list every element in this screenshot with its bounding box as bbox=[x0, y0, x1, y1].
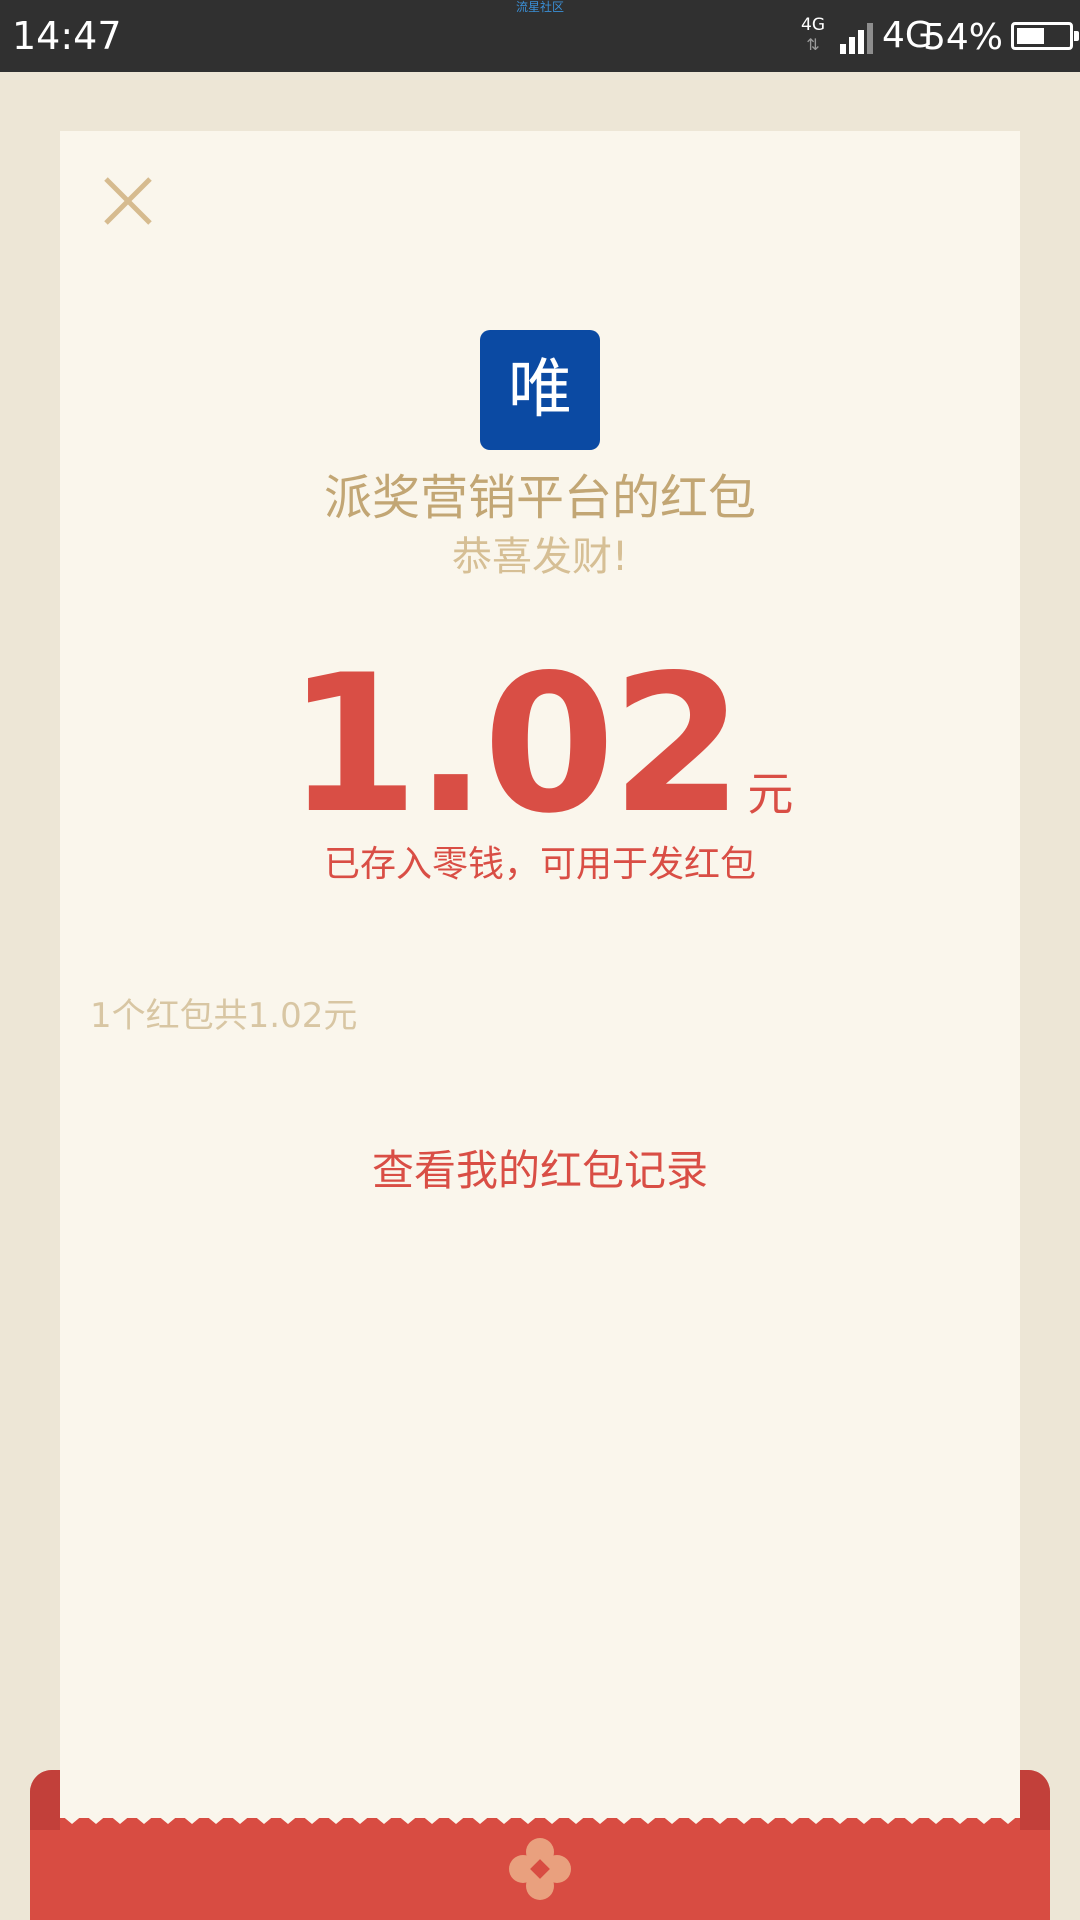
status-bar: 流星社区 14:47 4G ⇅ 4G 54% bbox=[0, 0, 1080, 72]
network-type-small: 4G bbox=[801, 15, 825, 35]
signal-icon bbox=[840, 18, 880, 54]
view-records-link[interactable]: 查看我的红包记录 bbox=[60, 1140, 1020, 1202]
close-icon[interactable] bbox=[102, 175, 154, 227]
envelope-shade-right bbox=[1020, 1770, 1050, 1830]
sender-avatar: 唯 bbox=[480, 330, 600, 450]
status-notice: 流星社区 bbox=[515, 0, 564, 14]
battery-tip bbox=[1074, 31, 1079, 41]
envelope-shade-left bbox=[30, 1770, 60, 1830]
battery-level-fill bbox=[1017, 28, 1044, 44]
amount-unit: 元 bbox=[747, 767, 794, 821]
amount-display: 1.02 元 bbox=[60, 650, 1020, 840]
greeting-text: 恭喜发财! bbox=[451, 534, 629, 580]
card-zigzag-edge bbox=[60, 1812, 1020, 1824]
status-time: 14:47 bbox=[12, 14, 122, 58]
red-packet-page: 流星社区 14:47 4G ⇅ 4G 54% 唯 派奖营销平台的红包 恭喜发财!… bbox=[0, 0, 1080, 1920]
sender-title: 派奖营销平台的红包 bbox=[323, 470, 756, 526]
amount-value: 1.02 bbox=[286, 634, 744, 855]
amount-note: 已存入零钱，可用于发红包 bbox=[323, 844, 756, 885]
packet-summary: 1个红包共1.02元 bbox=[90, 996, 358, 1036]
flower-icon bbox=[509, 1838, 571, 1900]
data-activity-icon: ⇅ bbox=[806, 35, 820, 54]
battery-percent: 54% bbox=[923, 17, 1004, 58]
battery-icon bbox=[1011, 22, 1079, 50]
